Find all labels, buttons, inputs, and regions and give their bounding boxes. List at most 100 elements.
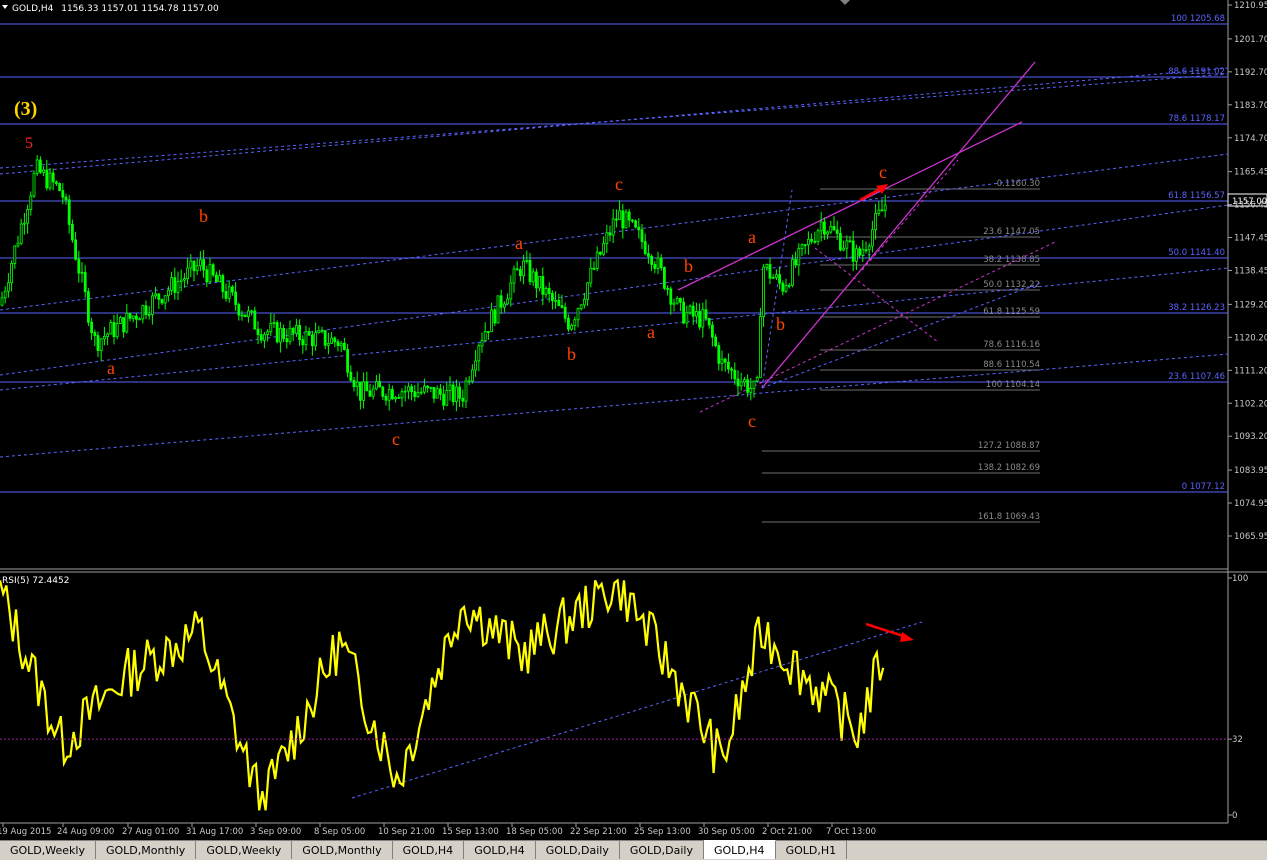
tab-gold-monthly[interactable]: GOLD,Monthly: [292, 841, 393, 859]
candle-body: [627, 211, 631, 221]
time-tick-label: 22 Sep 21:00: [570, 827, 627, 837]
tab-gold-h4[interactable]: GOLD,H4: [464, 841, 536, 859]
fib-level-label: 0 1077.12: [1182, 482, 1225, 492]
candle-body: [269, 323, 273, 333]
candle-body: [307, 331, 311, 336]
candle-body: [387, 389, 391, 401]
candle-body: [586, 282, 589, 300]
candle-body: [512, 268, 516, 284]
candle-body: [506, 298, 510, 305]
time-tick-label: 25 Sep 13:00: [634, 827, 691, 837]
tab-gold-weekly[interactable]: GOLD,Weekly: [196, 841, 293, 859]
price-tick-label: 1074.95: [1234, 499, 1267, 509]
candle-body: [775, 274, 778, 278]
candle-body: [275, 322, 279, 343]
time-tick-label: 18 Sep 05:00: [506, 827, 563, 837]
chart-tabs-bar: GOLD,Weekly GOLD,Monthly GOLD,Weekly GOLD,M…: [0, 840, 1267, 860]
candle-body: [496, 295, 500, 324]
candle-body: [579, 304, 583, 310]
candle-body: [771, 276, 775, 279]
candle-body: [13, 245, 17, 264]
candle-body: [666, 287, 669, 290]
tab-gold-h4[interactable]: GOLD,H4: [704, 840, 776, 859]
tab-gold-h1[interactable]: GOLD,H1: [776, 841, 848, 859]
candle-body: [61, 190, 65, 198]
candle-body: [71, 224, 74, 241]
candle-body: [720, 358, 724, 364]
wave-label: b: [199, 206, 208, 226]
trading-chart[interactable]: 100 1205.68 88.6 1191.02 78.6 1178.17 61.8 …: [0, 0, 1267, 840]
dropdown-triangle-icon[interactable]: [2, 5, 8, 9]
wave-label-primary: (3): [14, 98, 37, 120]
candle-body: [221, 275, 225, 292]
candle-body: [669, 288, 673, 305]
candle-body: [87, 291, 90, 323]
candle-body: [835, 229, 839, 234]
candle-body: [483, 331, 487, 341]
candle-body: [96, 335, 100, 351]
price-tick-label: 1138.45: [1234, 267, 1267, 277]
candle-body: [259, 334, 263, 341]
candle-body: [234, 291, 238, 305]
scroll-shift-marker-icon[interactable]: [840, 0, 850, 5]
candle-body: [179, 279, 183, 283]
tab-gold-h4[interactable]: GOLD,H4: [393, 841, 465, 859]
channel-trendline[interactable]: [761, 282, 1041, 389]
candle-body: [845, 240, 849, 249]
candle-body: [442, 393, 446, 406]
price-tick-label: 1174.70: [1234, 134, 1267, 144]
candle-body: [602, 243, 605, 255]
candle-body: [208, 264, 212, 283]
candle-body: [339, 342, 343, 347]
fib-level-label: 61.8 1156.57: [1168, 191, 1225, 201]
candle-body: [93, 332, 97, 337]
candle-body: [605, 232, 609, 244]
candle-body: [765, 264, 769, 268]
candle-body: [832, 226, 836, 231]
price-tick-label: 1093.20: [1234, 432, 1267, 442]
tab-gold-monthly[interactable]: GOLD,Monthly: [96, 841, 197, 859]
candle-body: [615, 218, 618, 221]
candle-body: [403, 390, 407, 393]
cross-dashed-magenta[interactable]: [814, 247, 939, 343]
candle-body: [413, 391, 417, 398]
candle-body: [288, 327, 292, 343]
candle-body: [42, 169, 45, 173]
candle-body: [253, 310, 257, 330]
candle-body: [80, 271, 84, 274]
candle-body: [227, 286, 231, 299]
fib-extension-label: 78.6 1116.16: [983, 340, 1040, 350]
price-tick-label: 1210.95: [1234, 1, 1267, 11]
candle-body: [883, 204, 887, 211]
candle-body: [103, 336, 106, 340]
candle-body: [685, 312, 689, 324]
candle-body: [278, 328, 282, 343]
tab-gold-weekly[interactable]: GOLD,Weekly: [0, 841, 96, 859]
candle-body: [211, 264, 215, 276]
candle-body: [791, 259, 794, 286]
candle-body: [371, 388, 375, 397]
candle-body: [502, 303, 506, 308]
fib-extension-label: 138.2 1082.69: [978, 463, 1040, 473]
price-tick-label: 1102.20: [1234, 399, 1267, 409]
candle-body: [317, 330, 321, 334]
channel-trendline[interactable]: [0, 353, 1229, 458]
candle-body: [778, 274, 781, 284]
time-tick-label: 2 Oct 21:00: [762, 827, 812, 837]
tab-gold-daily[interactable]: GOLD,Daily: [536, 841, 620, 859]
candle-body: [810, 238, 813, 242]
candle-body: [166, 289, 170, 297]
candle-body: [679, 298, 682, 303]
candle-body: [282, 328, 286, 340]
candle-body: [77, 258, 81, 274]
candle-body: [608, 232, 612, 236]
candle-body: [246, 310, 250, 318]
candle-body: [355, 381, 359, 388]
channel-trendline[interactable]: [0, 67, 1229, 175]
tab-gold-daily[interactable]: GOLD,Daily: [620, 841, 704, 859]
channel-trendline[interactable]: [0, 73, 1229, 169]
rsi-arrow-shaft: [865, 622, 907, 639]
rsi-trendline[interactable]: [351, 621, 923, 799]
candle-body: [842, 247, 845, 251]
candle-body: [653, 264, 657, 269]
